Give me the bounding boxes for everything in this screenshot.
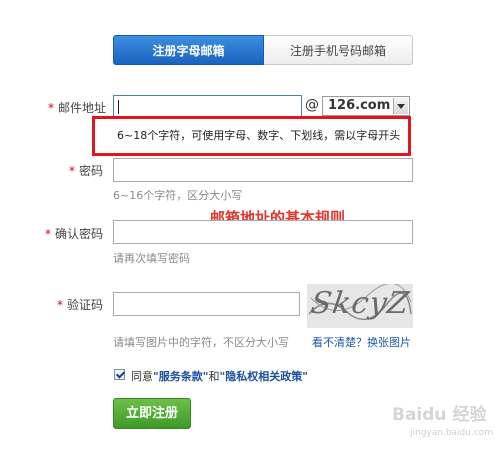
captcha-label: * 验证码: [36, 296, 103, 313]
required-mark: *: [47, 101, 54, 115]
password-input[interactable]: [113, 158, 413, 182]
confirm-password-label-text: 确认密码: [54, 227, 103, 241]
agree-checkbox[interactable]: [114, 369, 125, 380]
email-rule-text: 6~18个字符，可使用字母、数字、下划线，需以字母开头: [117, 129, 401, 142]
tab-register-phone-email[interactable]: 注册手机号码邮箱: [264, 35, 413, 65]
captcha-image-text: SkcyZ: [308, 286, 412, 321]
register-button[interactable]: 立即注册: [113, 398, 191, 429]
chevron-down-icon[interactable]: [393, 98, 408, 114]
captcha-hint: 请填写图片中的字符，不区分大小写: [113, 336, 289, 349]
domain-select-value: 126.com: [328, 98, 391, 113]
at-sign: @: [305, 97, 319, 113]
email-label-text: 邮件地址: [57, 101, 106, 115]
email-label: * 邮件地址: [36, 99, 106, 116]
terms-link[interactable]: "服务条款": [153, 370, 208, 383]
email-rule-highlight-box: 6~18个字符，可使用字母、数字、下划线，需以字母开头: [92, 116, 411, 156]
captcha-input[interactable]: [113, 292, 300, 316]
password-label: * 密码: [36, 162, 103, 179]
agree-and: 和: [208, 370, 220, 383]
confirm-password-hint: 请再次填写密码: [113, 252, 190, 265]
confirm-password-input[interactable]: [113, 220, 413, 244]
agree-text: 同意"服务条款"和"隐私权相关政策": [131, 368, 308, 384]
captcha-label-text: 验证码: [66, 298, 103, 312]
password-label-text: 密码: [78, 164, 103, 178]
domain-select[interactable]: 126.com: [322, 96, 410, 116]
required-mark: *: [44, 227, 51, 241]
password-hint: 6~16个字符，区分大小写: [113, 189, 243, 202]
agree-prefix: 同意: [131, 370, 153, 383]
captcha-image[interactable]: SkcyZ: [307, 284, 413, 328]
required-mark: *: [56, 298, 63, 312]
refresh-captcha-link[interactable]: 看不清楚？换张图片: [312, 334, 411, 350]
baidu-watermark-url: jingyan.baidu.com: [410, 428, 494, 438]
required-mark: *: [68, 164, 75, 178]
confirm-password-label: * 确认密码: [36, 225, 103, 242]
text-caret: [118, 100, 119, 114]
tab-register-letter-email[interactable]: 注册字母邮箱: [113, 35, 264, 65]
baidu-watermark: Baidu 经验: [392, 405, 487, 425]
privacy-link[interactable]: "隐私权相关政策": [219, 370, 307, 383]
